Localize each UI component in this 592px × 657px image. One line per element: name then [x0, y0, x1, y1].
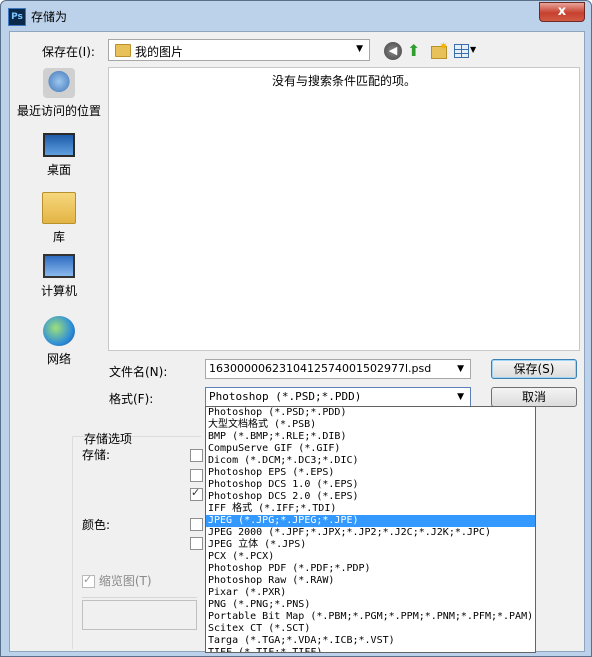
save-options-title: 存储选项	[84, 432, 133, 446]
place-label: 网络	[46, 352, 71, 366]
place-label: 最近访问的位置	[16, 104, 101, 118]
places-bar: 最近访问的位置 桌面 库 计算机 网络	[10, 68, 108, 368]
format-option[interactable]: Photoshop Raw (*.RAW)	[206, 575, 535, 587]
network-icon	[43, 316, 75, 346]
cancel-button[interactable]: 取消	[491, 387, 577, 407]
save-label: 存储:	[82, 448, 111, 462]
save-button[interactable]: 保存(S)	[491, 359, 577, 379]
format-option[interactable]: CompuServe GIF (*.GIF)	[206, 443, 535, 455]
format-option[interactable]: TIFF (*.TIF;*.TIFF)	[206, 647, 535, 652]
color-option-checkbox[interactable]	[190, 537, 203, 550]
thumbnail-checkbox	[82, 573, 95, 588]
format-label: 格式(F):	[109, 392, 154, 406]
save-option-checkbox[interactable]	[190, 486, 203, 501]
photoshop-icon: Ps	[8, 8, 26, 26]
libraries-icon	[42, 192, 76, 224]
chevron-down-icon[interactable]: ▼	[457, 364, 464, 374]
save-as-dialog: Ps 存储为 x 保存在(I): 我的图片 ▼ ◀ ⬆ ✷ ▼ 最近访问的位置 …	[0, 0, 592, 657]
format-option[interactable]: Scitex CT (*.SCT)	[206, 623, 535, 635]
format-dropdown-list[interactable]: Photoshop (*.PSD;*.PDD) 大型文档格式 (*.PSB) BMP…	[205, 406, 536, 653]
title-bar[interactable]: Ps 存储为 x	[1, 1, 591, 31]
view-menu-icon[interactable]: ▼	[453, 42, 479, 60]
up-folder-icon[interactable]: ⬆	[407, 42, 425, 60]
save-option-checkbox[interactable]	[190, 469, 203, 482]
save-in-combo[interactable]: 我的图片 ▼	[108, 39, 370, 61]
place-recent[interactable]: 最近访问的位置	[10, 68, 108, 119]
filename-input[interactable]: 1630000062310412574001502977l.psd ▼	[205, 359, 471, 379]
format-option[interactable]: Portable Bit Map (*.PBM;*.PGM;*.PPM;*.PN…	[206, 611, 535, 623]
format-option[interactable]: JPEG 立体 (*.JPS)	[206, 539, 535, 551]
format-option[interactable]: Dicom (*.DCM;*.DC3;*.DIC)	[206, 455, 535, 467]
place-label: 计算机	[40, 284, 77, 298]
format-option[interactable]: Photoshop (*.PSD;*.PDD)	[206, 407, 535, 419]
desktop-icon	[43, 133, 75, 157]
separator	[82, 597, 197, 598]
filename-label: 文件名(N):	[109, 365, 168, 379]
format-option[interactable]: Photoshop PDF (*.PDF;*.PDP)	[206, 563, 535, 575]
format-option[interactable]: Photoshop DCS 2.0 (*.EPS)	[206, 491, 535, 503]
thumbnail-label: 缩览图(T)	[98, 574, 152, 588]
new-folder-icon[interactable]: ✷	[430, 40, 448, 60]
format-option[interactable]: BMP (*.BMP;*.RLE;*.DIB)	[206, 431, 535, 443]
format-option[interactable]: Pixar (*.PXR)	[206, 587, 535, 599]
dialog-title: 存储为	[31, 10, 68, 24]
format-option[interactable]: Photoshop EPS (*.EPS)	[206, 467, 535, 479]
save-option-checkbox[interactable]	[190, 449, 203, 462]
chevron-down-icon[interactable]: ▼	[457, 392, 464, 402]
back-icon[interactable]: ◀	[384, 42, 402, 60]
color-label: 颜色:	[82, 518, 111, 532]
format-option[interactable]: Targa (*.TGA;*.VDA;*.ICB;*.VST)	[206, 635, 535, 647]
color-option-checkbox[interactable]	[190, 518, 203, 531]
computer-icon	[43, 254, 75, 278]
recent-places-icon	[43, 68, 75, 98]
place-desktop[interactable]: 桌面	[10, 130, 108, 178]
filename-value: 1630000062310412574001502977l.psd	[209, 362, 432, 375]
close-button[interactable]: x	[539, 2, 585, 22]
place-libraries[interactable]: 库	[10, 192, 108, 245]
file-list[interactable]: 没有与搜索条件匹配的项。	[108, 67, 580, 351]
dialog-body: 保存在(I): 我的图片 ▼ ◀ ⬆ ✷ ▼ 最近访问的位置 桌面 库 计算机 …	[9, 31, 585, 653]
place-network[interactable]: 网络	[10, 316, 108, 367]
thumbnail-option: 缩览图(T)	[82, 572, 152, 589]
format-option[interactable]: IFF 格式 (*.IFF;*.TDI)	[206, 503, 535, 515]
folder-icon	[115, 44, 131, 57]
place-computer[interactable]: 计算机	[10, 254, 108, 299]
format-option[interactable]: PCX (*.PCX)	[206, 551, 535, 563]
place-label: 桌面	[46, 163, 71, 177]
chevron-down-icon: ▼	[356, 44, 363, 54]
current-folder: 我的图片	[135, 45, 184, 59]
empty-message: 没有与搜索条件匹配的项。	[271, 74, 416, 88]
format-option[interactable]: Photoshop DCS 1.0 (*.EPS)	[206, 479, 535, 491]
place-label: 库	[52, 230, 65, 244]
format-option[interactable]: JPEG (*.JPG;*.JPEG;*.JPE)	[206, 515, 535, 527]
format-option[interactable]: 大型文档格式 (*.PSB)	[206, 419, 535, 431]
format-option[interactable]: JPEG 2000 (*.JPF;*.JPX;*.JP2;*.J2C;*.J2K…	[206, 527, 535, 539]
warning-box	[82, 600, 197, 630]
save-in-label: 保存在(I):	[42, 45, 95, 59]
format-select[interactable]: Photoshop (*.PSD;*.PDD) ▼	[205, 387, 471, 407]
format-option[interactable]: PNG (*.PNG;*.PNS)	[206, 599, 535, 611]
format-value: Photoshop (*.PSD;*.PDD)	[209, 390, 362, 403]
